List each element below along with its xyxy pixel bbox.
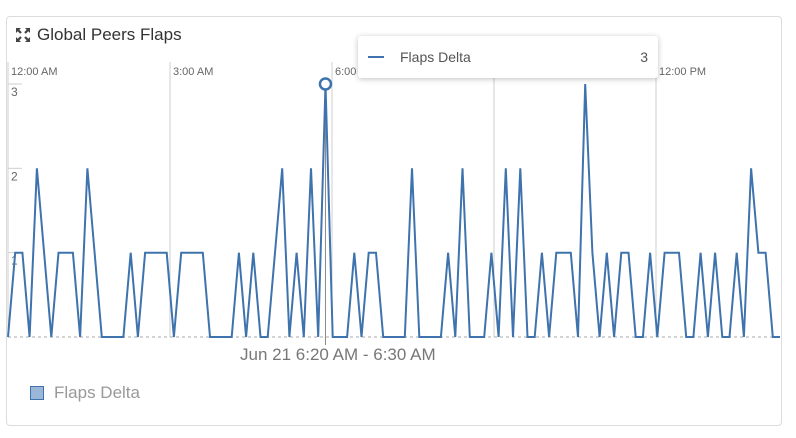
- x-tick-label: 3:00 AM: [173, 66, 213, 78]
- hover-time-range: Jun 21 6:20 AM - 6:30 AM: [240, 345, 436, 364]
- chart-tooltip: Flaps Delta 3: [358, 36, 658, 78]
- series-line-flaps-delta: [7, 83, 780, 338]
- y-tick-label: 2: [11, 169, 18, 183]
- x-tick-label: 12:00 AM: [11, 66, 57, 78]
- legend-swatch: [30, 386, 44, 400]
- legend-label: Flaps Delta: [54, 383, 140, 402]
- chart-legend[interactable]: Flaps Delta: [30, 383, 140, 403]
- tooltip-series-name: Flaps Delta: [400, 49, 471, 65]
- x-tick-label: 6:00: [335, 66, 356, 78]
- tooltip-value: 3: [640, 49, 648, 65]
- hover-point-marker: [318, 77, 333, 91]
- y-tick-label: 3: [11, 85, 18, 99]
- x-tick-label: 12:00 PM: [659, 66, 706, 78]
- tooltip-series-swatch: [368, 56, 384, 58]
